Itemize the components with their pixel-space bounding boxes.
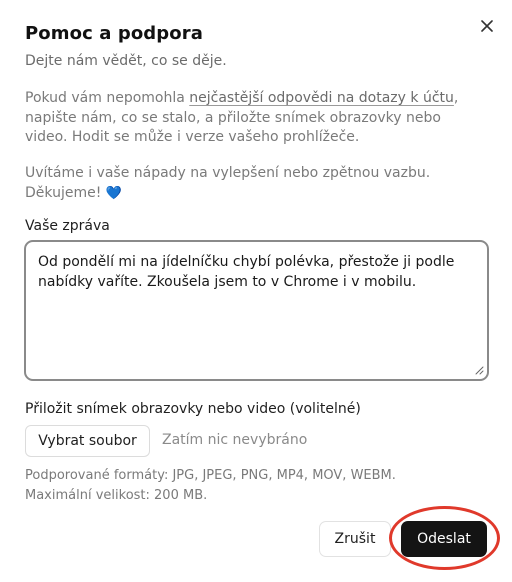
file-status: Zatím nic nevybráno (162, 432, 308, 448)
message-label: Vaše zpráva (25, 218, 110, 234)
close-icon (481, 20, 493, 32)
submit-button[interactable]: Odeslat (401, 521, 487, 557)
dialog-title: Pomoc a podpora (25, 23, 203, 44)
attachment-label: Přiložit snímek obrazovky nebo video (vo… (25, 401, 361, 417)
message-textarea[interactable] (24, 240, 489, 381)
max-file-size: Maximální velikost: 200 MB. (25, 488, 208, 503)
cancel-button[interactable]: Zrušit (319, 521, 391, 557)
intro-paragraph: Pokud vám nepomohla nejčastější odpovědi… (25, 89, 465, 148)
close-button[interactable] (475, 14, 499, 38)
supported-formats: Podporované formáty: JPG, JPEG, PNG, MP4… (25, 468, 396, 483)
feedback-paragraph: Uvítáme i vaše nápady na vylepšení nebo … (25, 164, 465, 203)
blue-heart-icon: 💙 (105, 185, 122, 201)
faq-link[interactable]: nejčastější odpovědi na dotazy k účtu (189, 90, 454, 106)
resize-handle-icon[interactable] (474, 365, 484, 375)
feedback-text: Uvítáme i vaše nápady na vylepšení nebo … (25, 165, 431, 201)
dialog-subtitle: Dejte nám vědět, co se děje. (25, 53, 227, 69)
choose-file-button[interactable]: Vybrat soubor (25, 425, 150, 457)
intro-text-before: Pokud vám nepomohla (25, 90, 190, 106)
support-dialog: Pomoc a podpora Dejte nám vědět, co se d… (0, 0, 512, 582)
upload-hint: Podporované formáty: JPG, JPEG, PNG, MP4… (25, 466, 396, 506)
